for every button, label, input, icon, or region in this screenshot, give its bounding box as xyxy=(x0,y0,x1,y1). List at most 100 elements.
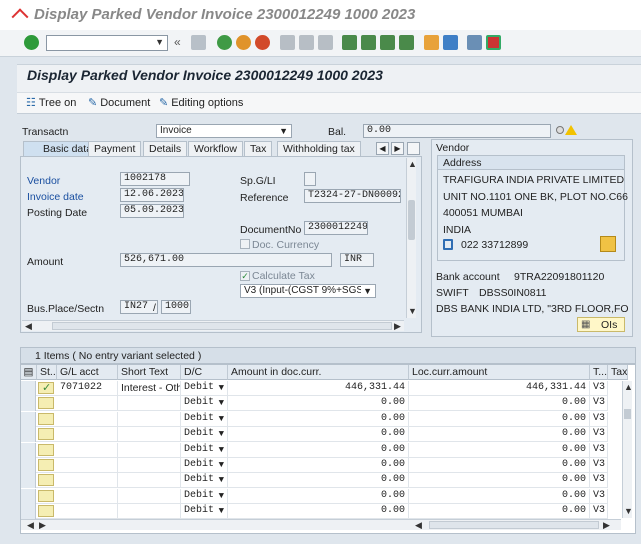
cell-short-text[interactable] xyxy=(118,427,181,443)
cell-amount-doc[interactable]: 0.00 xyxy=(228,396,409,412)
calculate-tax-checkbox[interactable]: ✓ xyxy=(240,271,250,281)
cell-gl-account[interactable] xyxy=(57,427,118,443)
cell-amount-local[interactable]: 0.00 xyxy=(409,504,590,520)
scroll-thumb[interactable] xyxy=(429,521,599,529)
table-row[interactable]: Debit ▼ 0.00 0.00 V3 xyxy=(21,411,608,427)
invoice-date-field[interactable]: 12.06.2023 xyxy=(120,188,184,202)
cell-gl-account[interactable]: 7071022 xyxy=(57,381,118,396)
first-page-icon[interactable] xyxy=(342,35,357,50)
enter-check-icon[interactable] xyxy=(24,35,39,50)
basic-data-horizontal-scrollbar[interactable]: ◀ ▶ xyxy=(22,320,404,331)
cell-amount-local[interactable]: 0.00 xyxy=(409,411,590,427)
cell-amount-doc[interactable]: 0.00 xyxy=(228,458,409,473)
scroll-left-icon[interactable]: ◀ xyxy=(415,520,422,531)
cell-tax-code[interactable]: V3 xyxy=(590,427,608,443)
cell-debit-credit[interactable]: Debit ▼ xyxy=(181,427,228,443)
vendor-field[interactable]: 1002178 xyxy=(120,172,190,186)
status-cell[interactable] xyxy=(38,443,54,456)
tab-payment[interactable]: Payment xyxy=(88,141,142,156)
column-header-debit-credit[interactable]: D/C xyxy=(181,365,228,380)
doc-currency-checkbox[interactable] xyxy=(240,239,250,249)
new-session-icon[interactable] xyxy=(424,35,439,50)
cell-debit-credit[interactable]: Debit ▼ xyxy=(181,381,228,396)
find-next-icon[interactable] xyxy=(318,35,333,50)
tab-tax[interactable]: Tax xyxy=(244,141,273,156)
editing-options-button[interactable]: ✎ Editing options xyxy=(159,96,243,109)
cell-tax-code[interactable]: V3 xyxy=(590,442,608,458)
cell-gl-account[interactable] xyxy=(57,442,118,458)
table-row[interactable]: Debit ▼ 0.00 0.00 V3 xyxy=(21,427,608,443)
status-cell[interactable] xyxy=(38,505,54,518)
row-selector[interactable] xyxy=(21,488,36,504)
cell-gl-account[interactable] xyxy=(57,396,118,412)
scroll-down-icon[interactable]: ▼ xyxy=(624,506,633,516)
scroll-right-icon[interactable]: ▶ xyxy=(394,321,401,332)
document-number-field[interactable]: 2300012249 xyxy=(304,221,368,235)
cell-debit-credit[interactable]: Debit ▼ xyxy=(181,504,228,520)
status-cell[interactable] xyxy=(38,428,54,441)
cell-amount-local[interactable]: 0.00 xyxy=(409,396,590,412)
tab-workflow[interactable]: Workflow xyxy=(188,141,243,156)
chevron-down-icon[interactable]: ▼ xyxy=(219,412,224,426)
shortcut-icon[interactable] xyxy=(443,35,458,50)
tab-left-icon[interactable]: ◀ xyxy=(376,142,389,155)
scroll-left-icon[interactable]: ◀ xyxy=(25,321,32,332)
tab-list-icon[interactable] xyxy=(407,142,420,155)
chevron-down-icon[interactable]: ▼ xyxy=(219,427,224,441)
amount-field[interactable]: 526,671.00 xyxy=(120,253,332,267)
cancel-icon[interactable] xyxy=(255,35,270,50)
cell-amount-local[interactable]: 0.00 xyxy=(409,427,590,443)
cell-tax-code[interactable]: V3 xyxy=(590,473,608,489)
tab-right-icon[interactable]: ▶ xyxy=(391,142,404,155)
cell-amount-local[interactable]: 0.00 xyxy=(409,473,590,489)
row-selector[interactable] xyxy=(21,396,36,412)
chevron-down-icon[interactable]: ▼ xyxy=(219,473,224,487)
help-icon[interactable] xyxy=(467,35,482,50)
column-header-status[interactable]: St... xyxy=(37,365,57,380)
scroll-thumb[interactable] xyxy=(624,409,631,419)
cell-short-text[interactable] xyxy=(118,488,181,504)
cell-tax-code[interactable]: V3 xyxy=(590,411,608,427)
scroll-down-icon[interactable]: ▼ xyxy=(408,306,417,316)
row-selector[interactable] xyxy=(21,504,36,520)
cell-amount-doc[interactable]: 0.00 xyxy=(228,427,409,443)
currency-field[interactable]: INR xyxy=(340,253,374,267)
table-row[interactable]: Debit ▼ 0.00 0.00 V3 xyxy=(21,473,608,489)
cell-amount-local[interactable]: 446,331.44 xyxy=(409,381,590,396)
table-row[interactable]: Debit ▼ 0.00 0.00 V3 xyxy=(21,504,608,520)
row-selector[interactable] xyxy=(21,411,36,427)
cell-amount-doc[interactable]: 0.00 xyxy=(228,488,409,504)
row-selector[interactable] xyxy=(21,427,36,443)
row-selector[interactable] xyxy=(21,442,36,458)
scroll-up-icon[interactable]: ▲ xyxy=(408,159,417,169)
column-header-gl-account[interactable]: G/L acct xyxy=(57,365,118,380)
items-vertical-scrollbar[interactable]: ▲ ▼ xyxy=(622,381,633,518)
save-icon[interactable] xyxy=(191,35,206,50)
address-details-icon[interactable] xyxy=(600,236,616,252)
cell-debit-credit[interactable]: Debit ▼ xyxy=(181,458,228,473)
cell-short-text[interactable] xyxy=(118,504,181,520)
status-cell[interactable] xyxy=(38,412,54,425)
cell-gl-account[interactable] xyxy=(57,473,118,489)
open-items-button[interactable]: ▦ OIs xyxy=(577,317,625,332)
column-selector-icon[interactable]: ▤ xyxy=(21,365,37,380)
command-field[interactable]: ▼ xyxy=(46,35,168,51)
column-header-short-text[interactable]: Short Text xyxy=(118,365,181,380)
tax-code-select[interactable]: V3 (Input-(CGST 9%+SGS... ▼ xyxy=(240,284,376,298)
tab-basic-data[interactable]: Basic data xyxy=(23,141,99,156)
exit-icon[interactable] xyxy=(236,35,251,50)
status-cell[interactable] xyxy=(38,474,54,487)
cell-short-text[interactable]: Interest - Oth... xyxy=(118,381,181,396)
cell-tax-code[interactable]: V3 xyxy=(590,458,608,473)
cell-short-text[interactable] xyxy=(118,458,181,473)
chevron-down-icon[interactable]: ▼ xyxy=(155,37,164,47)
cell-debit-credit[interactable]: Debit ▼ xyxy=(181,396,228,412)
chevron-down-icon[interactable]: ▼ xyxy=(279,125,288,137)
transaction-select[interactable]: Invoice ▼ xyxy=(156,124,292,138)
scroll-thumb[interactable] xyxy=(52,322,392,330)
status-cell[interactable] xyxy=(38,459,54,471)
column-header-amount-local[interactable]: Loc.curr.amount xyxy=(409,365,590,380)
special-gl-field[interactable] xyxy=(304,172,316,186)
tab-scroll-controls[interactable]: ◀ ▶ xyxy=(376,142,422,155)
cell-amount-doc[interactable]: 0.00 xyxy=(228,411,409,427)
